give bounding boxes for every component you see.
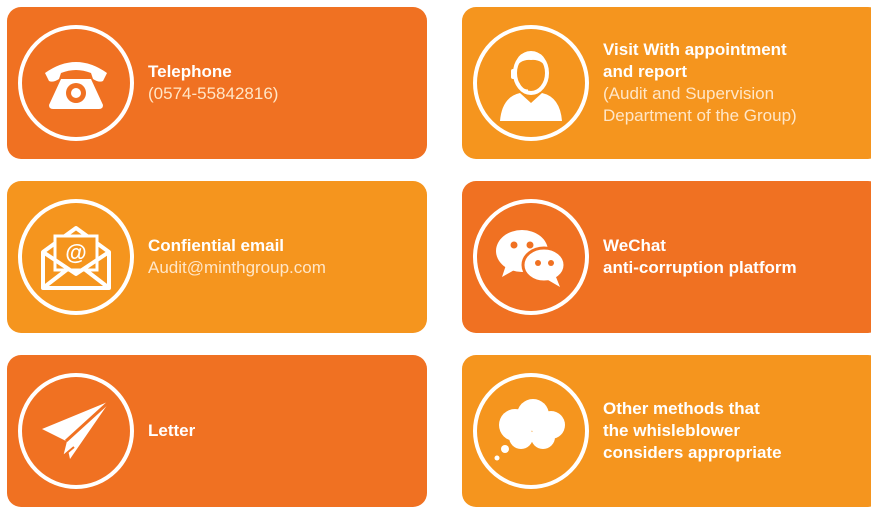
thought-cloud-icon xyxy=(473,373,589,489)
other-methods-card: Other methods that the whisleblower cons… xyxy=(462,355,871,507)
wechat-title[interactable]: WeChat anti-corruption platform xyxy=(603,235,871,279)
telephone-title: Telephone xyxy=(148,62,232,81)
letter-card: Letter xyxy=(7,355,427,507)
email-card: @ Confiential email Audit@minthgroup.com xyxy=(7,181,427,333)
email-title: Confiential email xyxy=(148,236,285,255)
paper-plane-icon xyxy=(18,373,134,489)
wechat-card: WeChat anti-corruption platform xyxy=(462,181,871,333)
telephone-number[interactable]: (0574-55842816) xyxy=(148,83,417,105)
visit-detail: (Audit and Supervision Department of the… xyxy=(603,84,797,125)
email-envelope-icon: @ xyxy=(18,199,134,315)
email-address-link[interactable]: Audit@minthgroup.com xyxy=(148,257,417,279)
person-headset-icon xyxy=(473,25,589,141)
wechat-icon xyxy=(473,199,589,315)
visit-title: Visit With appointment and report xyxy=(603,40,787,81)
other-methods-title: Other methods that the whisleblower cons… xyxy=(603,399,782,462)
svg-text:@: @ xyxy=(65,240,86,265)
visit-card: Visit With appointment and report (Audit… xyxy=(462,7,871,159)
telephone-card: Telephone (0574-55842816) xyxy=(7,7,427,159)
telephone-icon xyxy=(18,25,134,141)
letter-title: Letter xyxy=(148,421,196,440)
